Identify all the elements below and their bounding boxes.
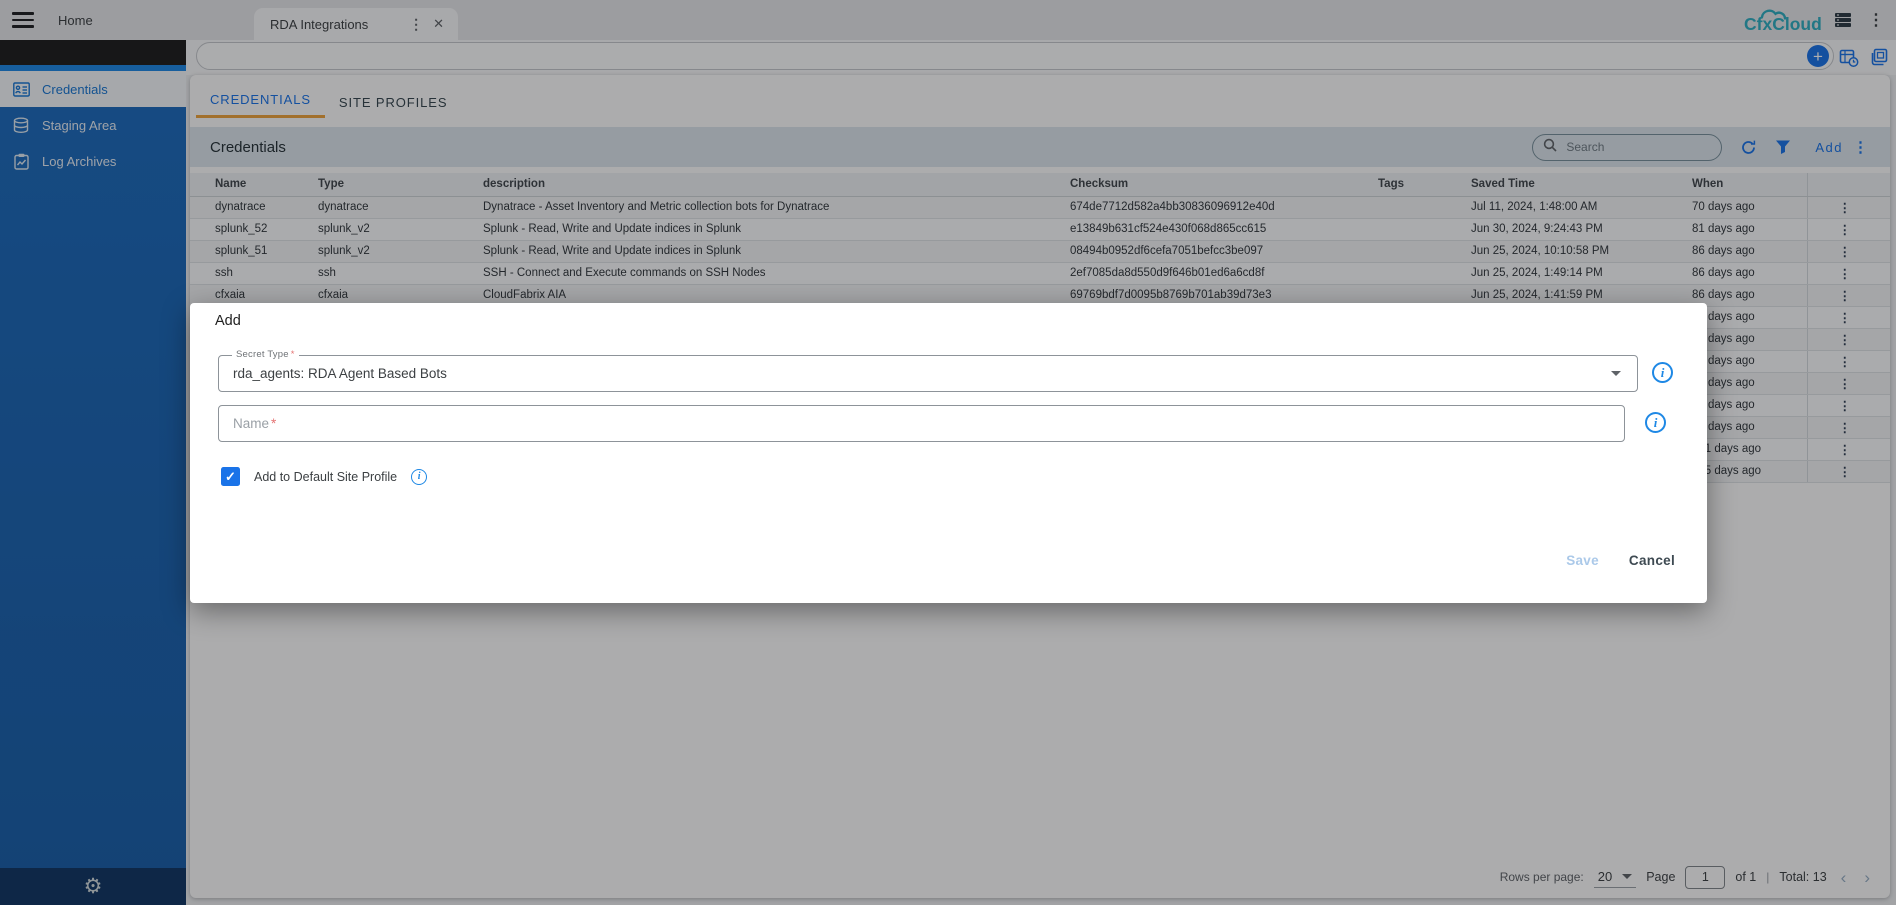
- cancel-button[interactable]: Cancel: [1629, 553, 1675, 568]
- add-dialog: Add Secret Type* rda_agents: RDA Agent B…: [190, 303, 1707, 603]
- checkbox-info-icon[interactable]: i: [411, 469, 427, 485]
- name-info-icon[interactable]: i: [1645, 412, 1666, 433]
- save-button[interactable]: Save: [1566, 553, 1599, 568]
- secret-type-label: Secret Type*: [232, 349, 299, 360]
- checkbox-label: Add to Default Site Profile: [254, 470, 397, 484]
- default-site-profile-row: ✓ Add to Default Site Profile i: [221, 467, 427, 486]
- default-site-profile-checkbox[interactable]: ✓: [221, 467, 240, 486]
- app-window: Home RDA Integrations ⋮ ✕ CfxCloud ⋮: [0, 0, 1896, 905]
- secret-type-value: rda_agents: RDA Agent Based Bots: [219, 366, 1611, 381]
- dialog-actions: Save Cancel: [1566, 553, 1675, 568]
- chevron-down-icon[interactable]: [1611, 371, 1621, 376]
- secret-type-select[interactable]: Secret Type* rda_agents: RDA Agent Based…: [218, 355, 1638, 392]
- name-placeholder: Name*: [219, 416, 1624, 431]
- dialog-title: Add: [215, 313, 241, 329]
- name-field[interactable]: Name*: [218, 405, 1625, 442]
- secret-type-info-icon[interactable]: i: [1652, 362, 1673, 383]
